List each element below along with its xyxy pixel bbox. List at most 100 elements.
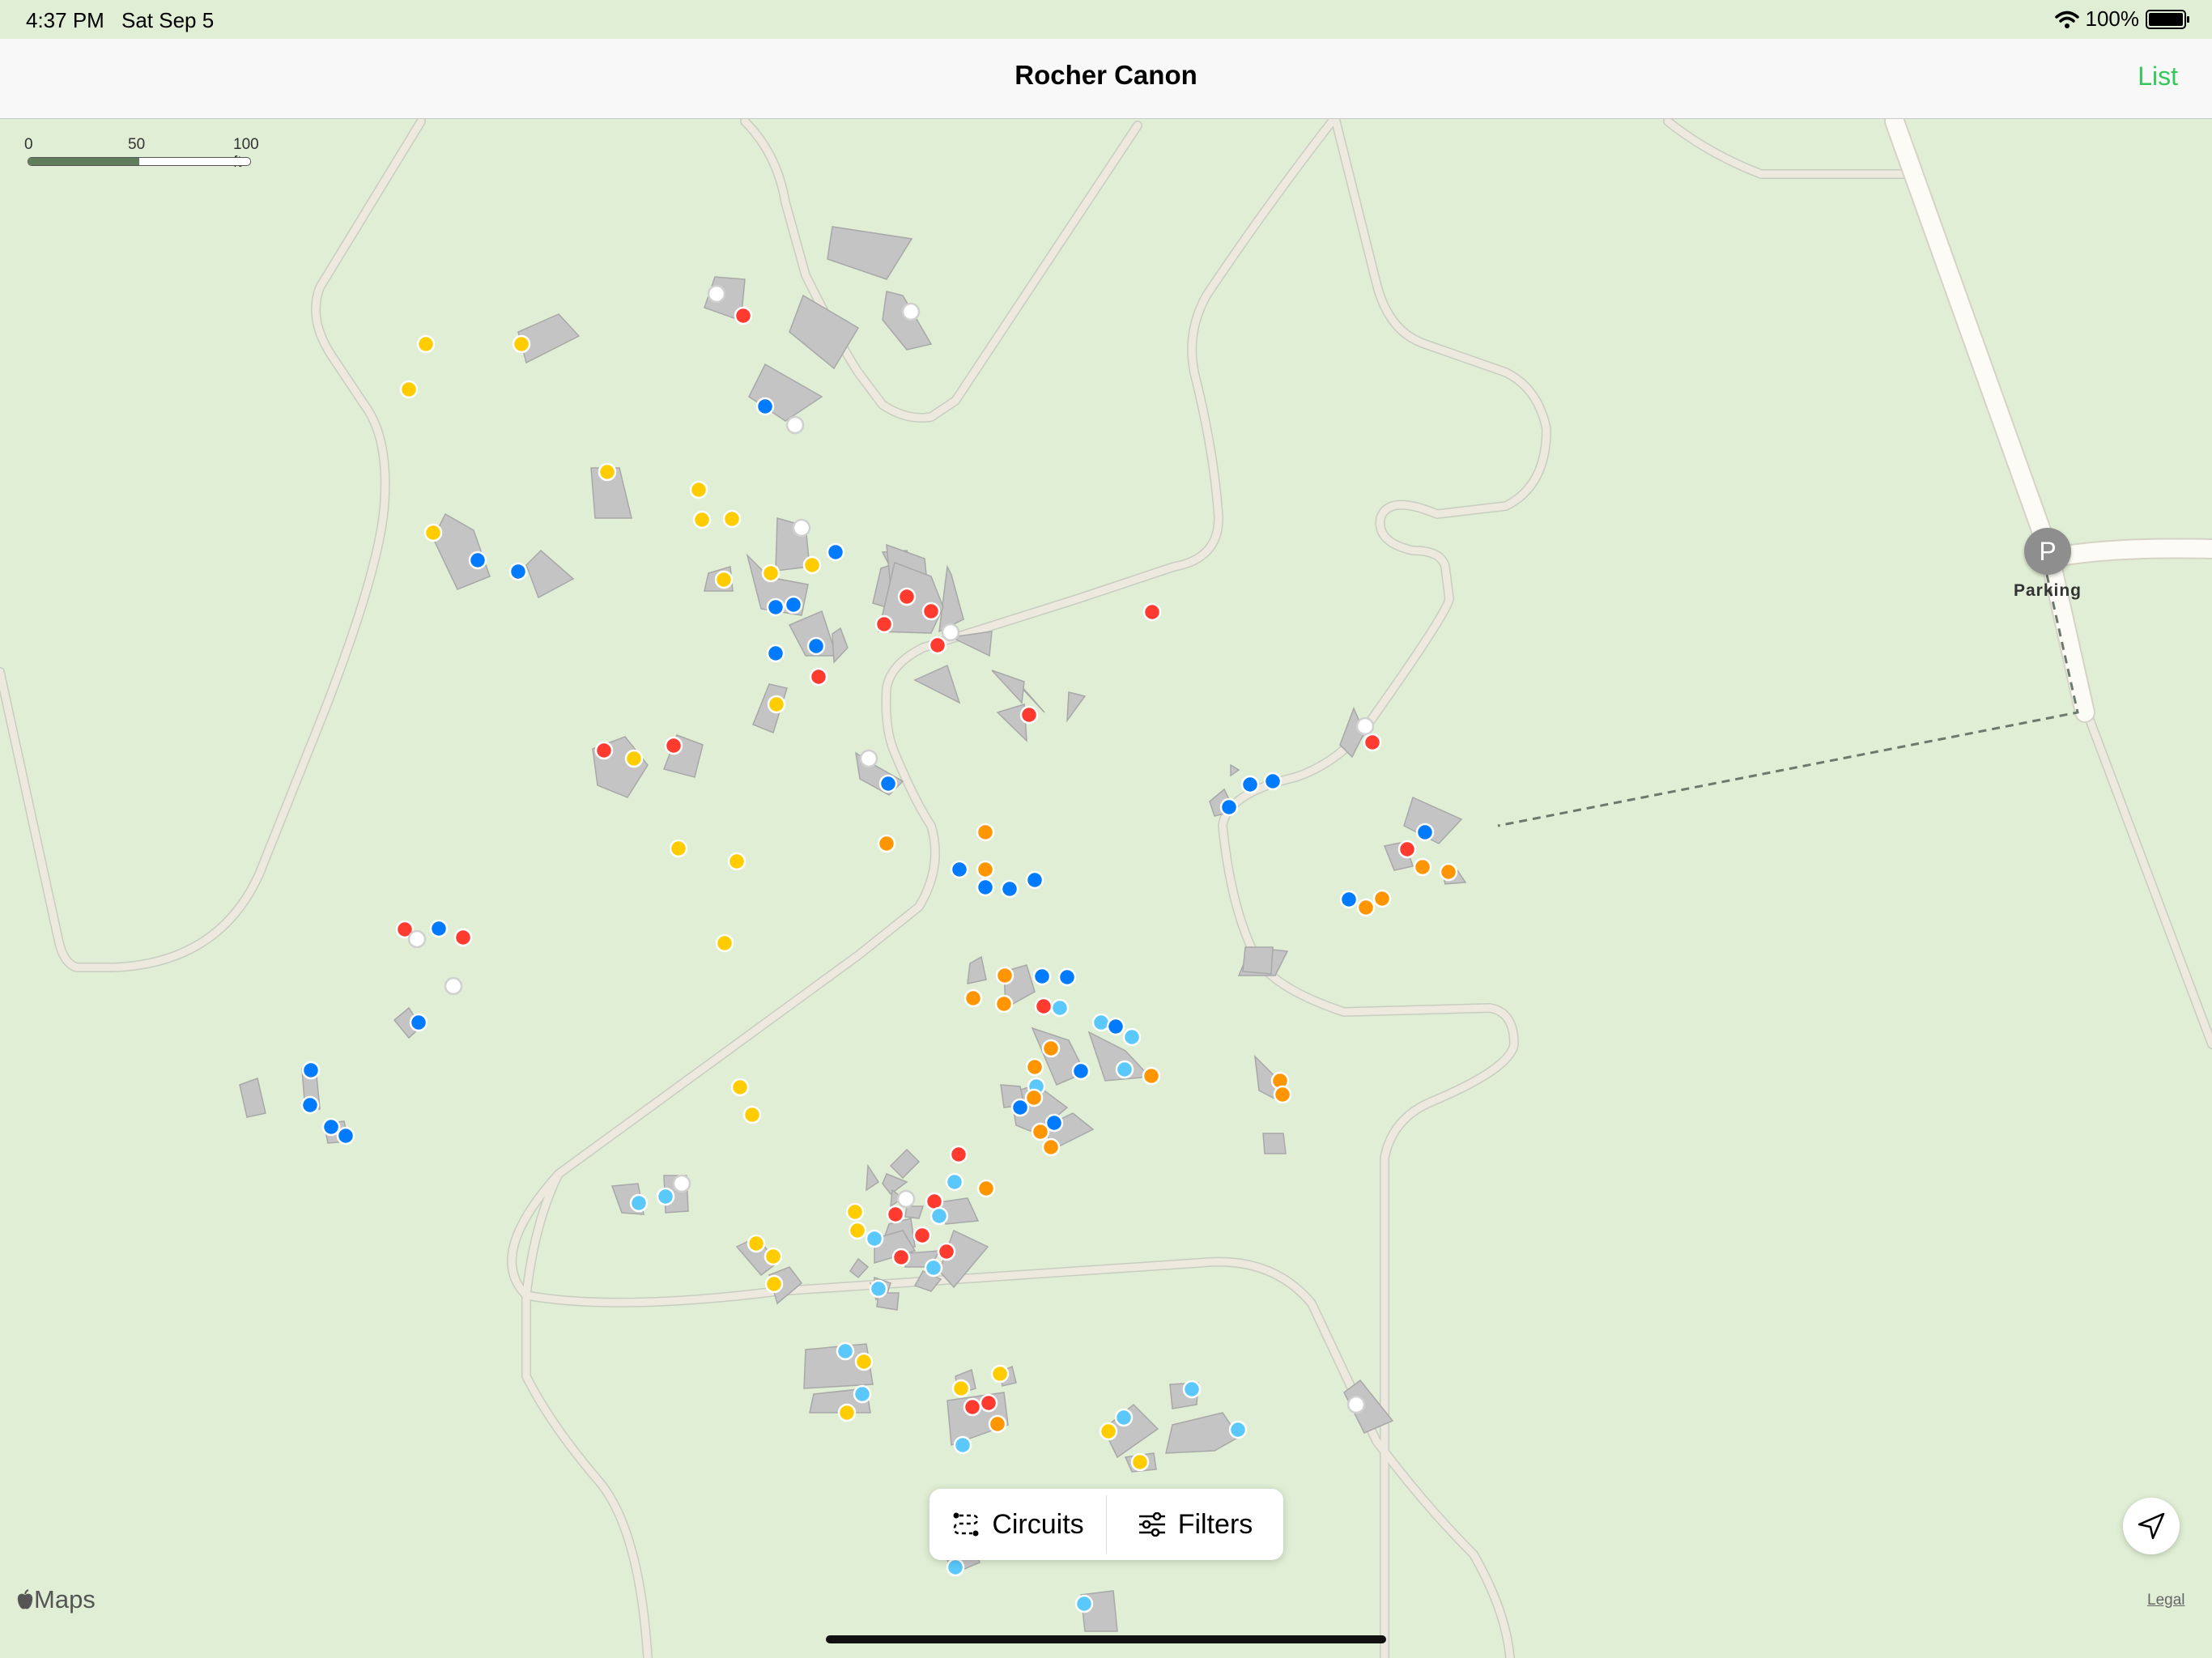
problem-marker[interactable] bbox=[836, 1341, 855, 1361]
problem-marker[interactable] bbox=[1182, 1380, 1202, 1399]
problem-marker[interactable] bbox=[766, 644, 785, 663]
problem-marker[interactable] bbox=[669, 839, 688, 858]
filters-button[interactable]: Filters bbox=[1107, 1489, 1283, 1560]
problem-marker[interactable] bbox=[707, 284, 726, 304]
problem-marker[interactable] bbox=[896, 1189, 916, 1209]
problem-marker[interactable] bbox=[727, 852, 747, 871]
problem-marker[interactable] bbox=[664, 736, 683, 755]
problem-marker[interactable] bbox=[869, 1279, 888, 1299]
problem-marker[interactable] bbox=[512, 334, 531, 354]
problem-marker[interactable] bbox=[444, 976, 463, 996]
problem-marker[interactable] bbox=[656, 1187, 675, 1206]
boulder[interactable] bbox=[1242, 946, 1274, 975]
problem-marker[interactable] bbox=[1363, 733, 1382, 752]
legal-link[interactable]: Legal bbox=[2147, 1592, 2185, 1609]
problem-marker[interactable] bbox=[924, 1258, 943, 1278]
problem-marker[interactable] bbox=[848, 1221, 867, 1240]
problem-marker[interactable] bbox=[1025, 870, 1044, 890]
problem-marker[interactable] bbox=[1032, 967, 1052, 986]
problem-marker[interactable] bbox=[1071, 1061, 1091, 1081]
problem-marker[interactable] bbox=[399, 380, 419, 399]
circuits-button[interactable]: Circuits bbox=[929, 1489, 1106, 1560]
problem-marker[interactable] bbox=[1115, 1060, 1134, 1079]
problem-marker[interactable] bbox=[1219, 797, 1239, 817]
problem-marker[interactable] bbox=[1122, 1027, 1142, 1047]
problem-marker[interactable] bbox=[764, 1247, 783, 1266]
problem-marker[interactable] bbox=[809, 667, 828, 687]
problem-marker[interactable] bbox=[1142, 1066, 1161, 1086]
problem-marker[interactable] bbox=[742, 1105, 762, 1124]
problem-marker[interactable] bbox=[941, 623, 960, 642]
problem-marker[interactable] bbox=[689, 480, 708, 500]
problem-marker[interactable] bbox=[826, 542, 845, 562]
problem-marker[interactable] bbox=[877, 834, 896, 853]
problem-marker[interactable] bbox=[928, 636, 947, 655]
problem-marker[interactable] bbox=[901, 302, 921, 321]
problem-marker[interactable] bbox=[1000, 879, 1019, 899]
parking-icon[interactable]: P bbox=[2024, 528, 2071, 575]
problem-marker[interactable] bbox=[853, 1384, 872, 1404]
problem-marker[interactable] bbox=[1142, 602, 1162, 622]
problem-marker[interactable] bbox=[976, 878, 995, 897]
problem-marker[interactable] bbox=[937, 1242, 956, 1261]
problem-marker[interactable] bbox=[995, 966, 1015, 985]
boulder[interactable] bbox=[1262, 1133, 1287, 1154]
problem-marker[interactable] bbox=[1130, 1452, 1150, 1472]
problem-marker[interactable] bbox=[692, 510, 712, 529]
problem-marker[interactable] bbox=[994, 994, 1014, 1014]
problem-marker[interactable] bbox=[979, 1393, 998, 1413]
problem-marker[interactable] bbox=[950, 860, 969, 879]
location-button[interactable] bbox=[2123, 1498, 2180, 1554]
problem-marker[interactable] bbox=[891, 1248, 911, 1267]
problem-marker[interactable] bbox=[1114, 1408, 1134, 1427]
problem-marker[interactable] bbox=[990, 1364, 1010, 1384]
problem-marker[interactable] bbox=[976, 823, 995, 842]
problem-marker[interactable] bbox=[785, 415, 805, 435]
problem-marker[interactable] bbox=[755, 397, 775, 416]
list-button[interactable]: List bbox=[2138, 62, 2178, 91]
problem-marker[interactable] bbox=[976, 860, 995, 879]
problem-marker[interactable] bbox=[806, 636, 826, 656]
problem-marker[interactable] bbox=[784, 595, 803, 614]
problem-marker[interactable] bbox=[854, 1352, 874, 1371]
problem-marker[interactable] bbox=[1439, 862, 1458, 882]
problem-marker[interactable] bbox=[976, 1179, 996, 1198]
problem-marker[interactable] bbox=[1413, 857, 1432, 877]
map[interactable] bbox=[0, 0, 2212, 1658]
problem-marker[interactable] bbox=[1019, 705, 1039, 725]
problem-marker[interactable] bbox=[409, 1013, 428, 1032]
problem-marker[interactable] bbox=[453, 928, 473, 947]
problem-marker[interactable] bbox=[963, 988, 983, 1008]
problem-marker[interactable] bbox=[429, 919, 449, 938]
problem-marker[interactable] bbox=[921, 602, 941, 621]
problem-marker[interactable] bbox=[764, 1274, 784, 1294]
problem-marker[interactable] bbox=[1346, 1395, 1366, 1414]
problem-marker[interactable] bbox=[761, 563, 781, 583]
problem-marker[interactable] bbox=[407, 929, 427, 949]
problem-marker[interactable] bbox=[624, 749, 644, 768]
problem-marker[interactable] bbox=[1106, 1017, 1125, 1036]
problem-marker[interactable] bbox=[874, 614, 894, 634]
problem-marker[interactable] bbox=[949, 1145, 968, 1164]
problem-marker[interactable] bbox=[1041, 1137, 1061, 1157]
problem-marker[interactable] bbox=[300, 1095, 320, 1115]
problem-marker[interactable] bbox=[897, 587, 917, 606]
problem-marker[interactable] bbox=[1273, 1085, 1292, 1104]
problem-marker[interactable] bbox=[1074, 1594, 1094, 1613]
problem-marker[interactable] bbox=[714, 570, 734, 589]
problem-marker[interactable] bbox=[1025, 1057, 1044, 1077]
problem-marker[interactable] bbox=[1041, 1039, 1061, 1058]
problem-marker[interactable] bbox=[321, 1117, 341, 1137]
problem-marker[interactable] bbox=[1263, 772, 1283, 791]
problem-marker[interactable] bbox=[508, 562, 528, 581]
problem-marker[interactable] bbox=[1050, 998, 1070, 1018]
problem-marker[interactable] bbox=[598, 462, 617, 482]
problem-marker[interactable] bbox=[1415, 823, 1435, 842]
problem-marker[interactable] bbox=[1057, 967, 1077, 987]
problem-marker[interactable] bbox=[1356, 898, 1376, 917]
problem-marker[interactable] bbox=[865, 1229, 884, 1248]
problem-marker[interactable] bbox=[416, 334, 436, 354]
problem-marker[interactable] bbox=[951, 1379, 971, 1398]
problem-marker[interactable] bbox=[1240, 775, 1260, 794]
problem-marker[interactable] bbox=[594, 741, 614, 760]
